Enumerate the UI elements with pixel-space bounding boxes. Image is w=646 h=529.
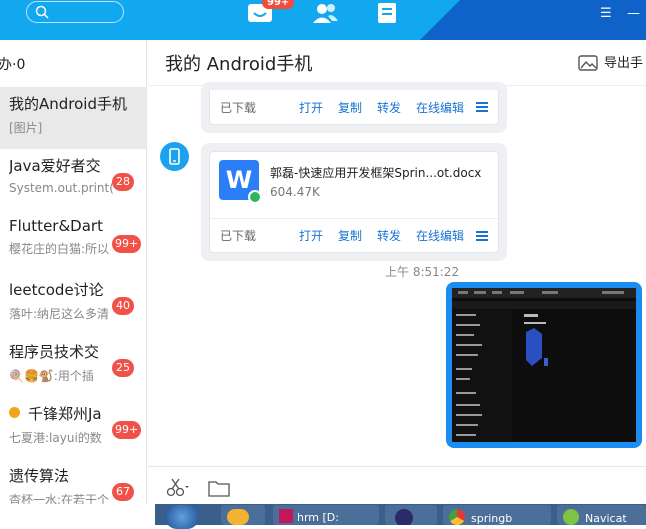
scissors-icon[interactable] bbox=[166, 477, 192, 501]
search-box[interactable] bbox=[26, 1, 124, 23]
chrome-icon bbox=[449, 509, 465, 525]
unread-badge: 25 bbox=[112, 359, 134, 377]
open-link[interactable]: 打开 bbox=[299, 227, 323, 244]
input-toolbar bbox=[148, 466, 646, 506]
taskbar-app[interactable]: Navicat bbox=[557, 505, 646, 525]
export-button[interactable]: 导出手 bbox=[578, 52, 643, 71]
documents-icon[interactable] bbox=[376, 2, 400, 28]
online-edit-link[interactable]: 在线编辑 bbox=[416, 227, 464, 244]
image-message[interactable] bbox=[446, 282, 642, 448]
intellij-icon bbox=[279, 509, 293, 523]
taskbar-app-label: hrm [D: bbox=[297, 511, 339, 524]
conversation-item[interactable]: leetcode讨论 落叶:纳尼这么多清 40 bbox=[0, 273, 146, 335]
export-label: 导出手 bbox=[604, 56, 644, 71]
file-name: 郭磊-快速应用开发框架Sprin...ot.docx bbox=[270, 166, 482, 180]
chat-title: 我的 Android手机 bbox=[165, 54, 313, 75]
forward-link[interactable]: 转发 bbox=[377, 99, 401, 116]
file-info[interactable]: W 郭磊-快速应用开发框架Sprin...ot.docx 604.47K bbox=[210, 152, 498, 218]
conversation-item[interactable]: 程序员技术交 🍭🍔🐒:用个插 25 bbox=[0, 335, 146, 397]
forward-link[interactable]: 转发 bbox=[377, 227, 401, 244]
messages-badge: 99+ bbox=[262, 0, 295, 9]
file-message-card: W 郭磊-快速应用开发框架Sprin...ot.docx 604.47K 已下载… bbox=[201, 143, 507, 261]
conversation-item[interactable]: 遗传算法 杳杯一水:在若干个 67 bbox=[0, 459, 146, 504]
navicat-icon bbox=[563, 509, 579, 525]
message-timestamp: 上午 8:51:22 bbox=[385, 265, 460, 279]
download-status: 已下载 bbox=[220, 229, 257, 243]
taskbar-app[interactable] bbox=[221, 505, 265, 525]
app-icon bbox=[227, 509, 249, 525]
conversation-preview-row: 🍭🍔🐒:用个插 bbox=[9, 367, 121, 384]
file-message-card: 已下载 打开 复制 转发 在线编辑 bbox=[201, 82, 507, 133]
unread-badge: 99+ bbox=[112, 235, 142, 253]
conversation-preview: 杳杯一水:在若干个 bbox=[9, 493, 110, 504]
contacts-icon[interactable] bbox=[311, 2, 339, 28]
downloaded-check-icon bbox=[248, 190, 262, 204]
online-edit-link[interactable]: 在线编辑 bbox=[416, 99, 464, 116]
screenshot-thumbnail bbox=[452, 288, 636, 442]
unread-badge: 28 bbox=[112, 173, 134, 191]
unread-badge: 67 bbox=[112, 483, 134, 501]
conversation-preview: 七夏港:layui的数 bbox=[9, 431, 102, 445]
conversation-preview: 樱花庄的白猫:所以 bbox=[9, 242, 110, 256]
verified-icon bbox=[9, 407, 20, 418]
conversation-list: 办·0 我的Android手机 [图片] Java爱好者交 System.out… bbox=[0, 40, 147, 504]
more-menu-icon[interactable] bbox=[476, 229, 488, 243]
top-bar: 99+ ☰ — bbox=[0, 0, 646, 40]
conversation-item[interactable]: Flutter&Dart 樱花庄的白猫:所以 99+ bbox=[0, 211, 146, 273]
device-avatar[interactable] bbox=[160, 142, 189, 171]
start-button[interactable] bbox=[165, 505, 199, 529]
conversation-preview: System.out.print(" bbox=[9, 181, 120, 195]
conversation-item[interactable]: Java爱好者交 System.out.print(" 28 bbox=[0, 149, 146, 211]
copy-link[interactable]: 复制 bbox=[338, 99, 362, 116]
conversation-item[interactable]: 千锋郑州Ja 七夏港:layui的数 99+ bbox=[0, 397, 146, 459]
conversation-name: 千锋郑州Ja bbox=[28, 405, 102, 423]
file-actions: 已下载 打开 复制 转发 在线编辑 bbox=[210, 90, 498, 124]
copy-link[interactable]: 复制 bbox=[338, 227, 362, 244]
conversation-item[interactable]: 我的Android手机 [图片] bbox=[0, 87, 146, 149]
conversation-preview: [图片] bbox=[9, 121, 43, 135]
emoji-icon: 🍭🍔🐒 bbox=[9, 368, 54, 383]
conversation-list-header: 办·0 bbox=[0, 57, 26, 73]
more-menu-icon[interactable] bbox=[476, 100, 488, 114]
menu-icon[interactable]: ☰ bbox=[600, 6, 612, 21]
open-link[interactable]: 打开 bbox=[299, 99, 323, 116]
eclipse-icon bbox=[395, 509, 413, 525]
conversation-name: 我的Android手机 bbox=[9, 95, 127, 113]
phone-icon bbox=[169, 148, 180, 165]
unread-badge: 40 bbox=[112, 297, 134, 315]
unread-badge: 99+ bbox=[112, 421, 142, 439]
minimize-icon[interactable]: — bbox=[627, 6, 640, 21]
search-icon bbox=[35, 5, 49, 19]
folder-icon[interactable] bbox=[208, 479, 230, 501]
conversation-name: Flutter&Dart bbox=[9, 217, 103, 235]
taskbar-app-label: Navicat bbox=[585, 512, 627, 525]
taskbar-app-label: springb bbox=[471, 512, 513, 525]
conversation-preview: 落叶:纳尼这么多清 bbox=[9, 307, 110, 321]
download-status: 已下载 bbox=[220, 100, 257, 115]
taskbar-app[interactable]: springb bbox=[443, 505, 551, 525]
file-actions: 已下载 打开 复制 转发 在线编辑 bbox=[210, 218, 498, 252]
conversation-preview: :用个插 bbox=[53, 369, 94, 383]
screenshot-preview bbox=[452, 288, 636, 442]
taskbar-app[interactable] bbox=[385, 505, 437, 525]
image-icon bbox=[578, 55, 598, 71]
taskbar-app[interactable]: hrm [D: bbox=[273, 505, 379, 525]
file-size: 604.47K bbox=[270, 185, 320, 199]
windows-taskbar: hrm [D: springb Navicat bbox=[155, 504, 646, 529]
